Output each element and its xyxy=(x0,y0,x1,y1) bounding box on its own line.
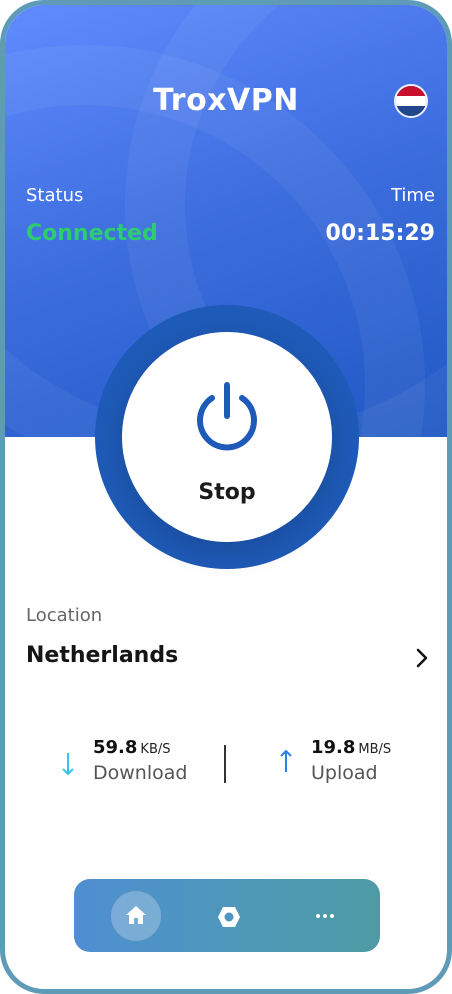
nav-home[interactable] xyxy=(111,891,161,941)
more-icon xyxy=(316,914,334,918)
location-label: Location xyxy=(26,605,103,626)
stop-button[interactable]: Stop xyxy=(122,332,332,542)
netherlands-flag-icon[interactable] xyxy=(394,84,428,118)
location-selector[interactable]: Netherlands xyxy=(5,635,447,681)
stop-label: Stop xyxy=(198,480,256,505)
power-icon xyxy=(197,382,257,451)
app-title: TroxVPN xyxy=(153,83,299,118)
location-value: Netherlands xyxy=(26,643,179,668)
status-label: Status xyxy=(26,185,84,206)
upload-stat: 19.8 MB/S Upload xyxy=(311,737,391,784)
time-value: 00:15:29 xyxy=(325,221,435,246)
chevron-right-icon xyxy=(416,648,428,668)
download-value: 59.8 xyxy=(93,737,138,758)
download-label: Download xyxy=(93,762,188,784)
upload-unit: MB/S xyxy=(358,742,392,757)
download-unit: KB/S xyxy=(140,742,171,757)
download-stat: 59.8 KB/S Download xyxy=(93,737,187,784)
upload-value: 19.8 xyxy=(311,737,356,758)
phone-frame: TroxVPN Status Connected Time 00:15:29 S… xyxy=(0,0,452,994)
nav-servers[interactable] xyxy=(207,896,247,936)
time-label: Time xyxy=(390,185,435,206)
home-icon xyxy=(126,906,146,924)
upload-label: Upload xyxy=(311,762,378,784)
status-value: Connected xyxy=(26,221,158,246)
nav-more[interactable] xyxy=(304,896,344,936)
bottom-nav xyxy=(74,879,380,952)
arrow-down-icon xyxy=(62,753,74,776)
hexagon-icon xyxy=(218,907,240,927)
stats-divider xyxy=(224,745,226,783)
arrow-up-icon xyxy=(280,749,292,772)
